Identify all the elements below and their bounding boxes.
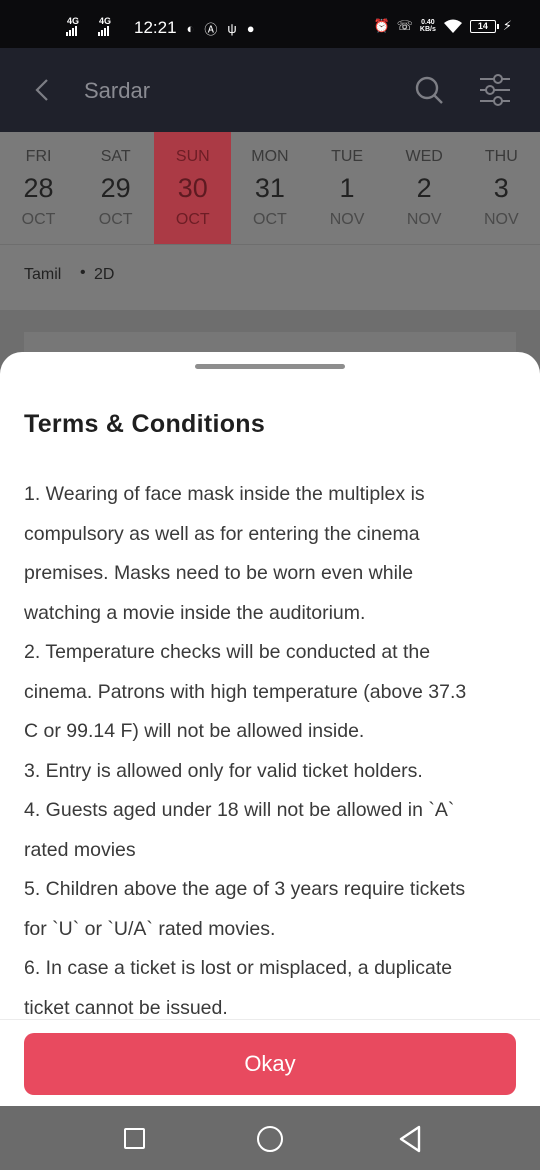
system-nav-bar xyxy=(0,1106,540,1170)
speed-value: 0.40 xyxy=(421,19,435,26)
sheet-title: Terms & Conditions xyxy=(24,410,266,438)
back-button[interactable] xyxy=(28,74,56,106)
terms-line: 2. Temperature checks will be conducted … xyxy=(24,641,431,663)
date-month: OCT xyxy=(21,211,56,228)
separator-dot: • xyxy=(80,264,86,281)
date-month: OCT xyxy=(98,211,133,228)
language-label: Tamil xyxy=(24,266,62,283)
square-icon[interactable] xyxy=(124,1128,145,1149)
date-weekday: TUE xyxy=(331,148,364,165)
date-day: 2 xyxy=(416,173,432,203)
date-weekday: WED xyxy=(405,148,443,165)
charging-icon: ⚡ xyxy=(502,18,512,33)
wifi-icon xyxy=(443,19,462,33)
date-month: OCT xyxy=(253,211,287,228)
terms-line: cinema. Patrons with high temperature (a… xyxy=(24,680,467,703)
date-item[interactable]: TUE 1 NOV xyxy=(309,132,386,244)
terms-line: C or 99.14 F) will not be allowed inside… xyxy=(24,720,365,742)
date-month: OCT xyxy=(175,211,210,228)
usb-icon: ψ xyxy=(227,20,237,36)
circle-icon[interactable] xyxy=(257,1126,283,1152)
terms-line: 1. Wearing of face mask inside the multi… xyxy=(24,483,425,505)
app-header: Sardar xyxy=(0,48,540,132)
terms-line: rated movies xyxy=(24,838,136,861)
date-selector: FRI 28 OCT SAT 29 OCT SUN 30 OCT MON 31 … xyxy=(0,132,540,244)
date-day: 1 xyxy=(339,173,355,203)
alarm-icon: ⏰ xyxy=(373,18,390,33)
date-day: 28 xyxy=(23,173,54,203)
battery-icon: 14 xyxy=(469,19,499,33)
page-title: Sardar xyxy=(84,78,151,103)
signal-label: 4G xyxy=(67,16,80,26)
date-month: NOV xyxy=(483,211,519,228)
filter-row[interactable]: Tamil • 2D xyxy=(0,244,540,310)
date-item[interactable]: MON 31 OCT xyxy=(231,132,308,244)
terms-line: 6. In case a ticket is lost or misplaced… xyxy=(24,957,453,979)
terms-text: 1. Wearing of face mask inside the multi… xyxy=(24,475,524,1028)
date-day: 30 xyxy=(177,173,208,203)
date-month: NOV xyxy=(329,211,365,228)
date-item[interactable]: FRI 28 OCT xyxy=(0,132,77,244)
date-month: NOV xyxy=(406,211,442,228)
date-weekday: THU xyxy=(484,148,518,165)
okay-button[interactable]: Okay xyxy=(24,1033,516,1095)
volte-icon: ☏ xyxy=(396,18,413,33)
data-saver-icon: ◐ xyxy=(186,20,195,36)
speed-unit: KB/s xyxy=(419,26,436,33)
triangle-back-icon[interactable] xyxy=(398,1125,422,1153)
facebook-icon: ● xyxy=(246,20,255,36)
date-item[interactable]: THU 3 NOV xyxy=(463,132,540,244)
terms-line: ticket cannot be issued. xyxy=(24,996,228,1019)
search-icon[interactable] xyxy=(413,74,445,106)
date-weekday: FRI xyxy=(25,148,52,165)
terms-line: 5. Children above the age of 3 years req… xyxy=(24,878,466,900)
clock: 12:21 xyxy=(134,18,177,37)
terms-bottom-sheet: Terms & Conditions 1. Wearing of face ma… xyxy=(0,352,540,1106)
terms-line: premises. Masks need to be worn even whi… xyxy=(24,562,414,584)
terms-line: compulsory as well as for entering the c… xyxy=(24,522,420,545)
date-item-selected[interactable]: SUN 30 OCT xyxy=(154,132,232,244)
date-day: 29 xyxy=(100,173,131,203)
signal-label: 4G xyxy=(99,16,112,26)
divider xyxy=(0,1019,540,1020)
status-bar-right: ⏰ ☏ 0.40 KB/s 14 ⚡ xyxy=(373,18,512,34)
network-speed: 0.40 KB/s xyxy=(420,19,436,33)
terms-line: watching a movie inside the auditorium. xyxy=(24,601,366,624)
terms-line: 4. Guests aged under 18 will not be allo… xyxy=(24,799,455,821)
signal-icon: 4G xyxy=(66,16,88,36)
app-notification-icon: Ⓐ xyxy=(204,21,218,37)
date-item[interactable]: SAT 29 OCT xyxy=(77,132,154,244)
signal-icon: 4G xyxy=(98,16,120,36)
date-day: 3 xyxy=(493,173,509,203)
drag-handle[interactable] xyxy=(195,364,345,369)
date-weekday: MON xyxy=(251,148,289,165)
date-weekday: SUN xyxy=(175,148,210,165)
date-weekday: SAT xyxy=(100,148,131,165)
terms-line: 3. Entry is allowed only for valid ticke… xyxy=(24,759,423,782)
format-label: 2D xyxy=(94,266,115,283)
terms-line: for `U` or `U/A` rated movies. xyxy=(24,917,276,940)
date-item[interactable]: WED 2 NOV xyxy=(386,132,463,244)
status-bar-left: 4G 4G 12:21 ◐ Ⓐ ψ ● xyxy=(66,16,255,38)
status-bar: 4G 4G 12:21 ◐ Ⓐ ψ ● ⏰ ☏ 0.40 KB/s 14 ⚡ xyxy=(0,0,540,48)
filter-sliders-icon[interactable] xyxy=(478,72,512,108)
date-day: 31 xyxy=(254,173,285,203)
